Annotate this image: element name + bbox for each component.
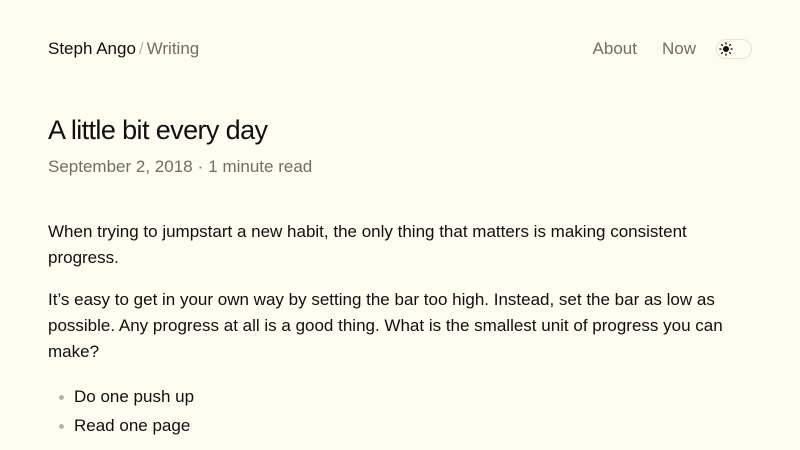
list-item: Read one page <box>48 411 738 440</box>
nav-link-now[interactable]: Now <box>662 38 696 60</box>
breadcrumb-separator: / <box>138 39 144 58</box>
read-time: 1 minute read <box>208 157 313 176</box>
site-name-link[interactable]: Steph Ango <box>48 39 136 58</box>
theme-toggle[interactable] <box>716 39 752 59</box>
section-link-writing[interactable]: Writing <box>147 39 200 58</box>
sun-icon <box>718 41 734 57</box>
article-body: When trying to jumpstart a new habit, th… <box>48 219 738 440</box>
nav-link-about[interactable]: About <box>593 38 637 60</box>
paragraph: It’s easy to get in your own way by sett… <box>48 290 723 361</box>
list-item: Do one push up <box>48 382 738 411</box>
article-meta: September 2, 2018 · 1 minute read <box>48 156 312 178</box>
site-header: Steph Ango / Writing About Now <box>0 0 800 96</box>
paragraph: When trying to jumpstart a new habit, th… <box>48 222 687 267</box>
habit-list: Do one push up Read one page <box>48 382 738 440</box>
breadcrumb: Steph Ango / Writing <box>48 38 199 60</box>
top-nav: About Now <box>593 38 752 60</box>
article-date: September 2, 2018 <box>48 157 193 176</box>
meta-separator: · <box>197 157 204 176</box>
article-title: A little bit every day <box>48 115 268 145</box>
